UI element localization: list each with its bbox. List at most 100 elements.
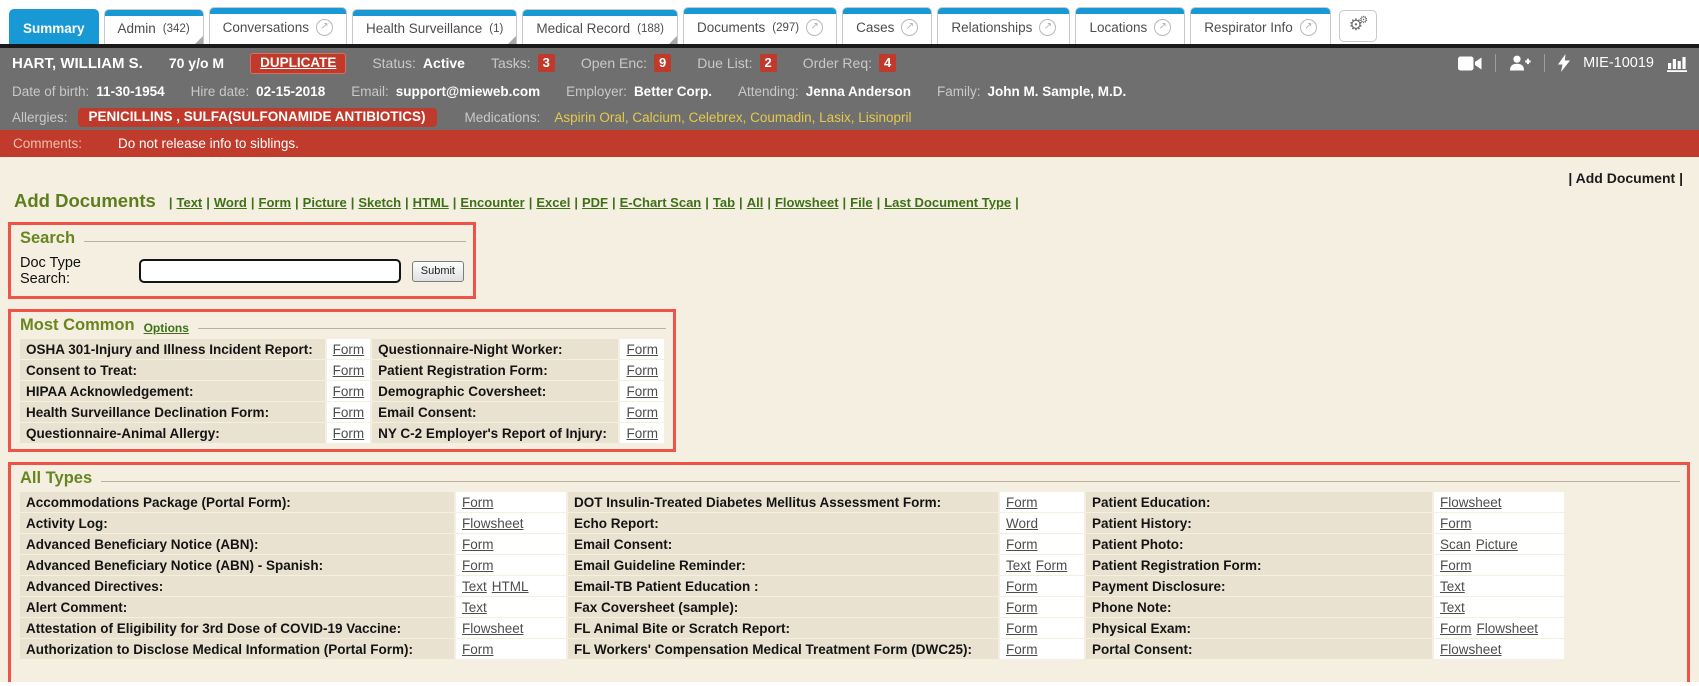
counter-tasks: Tasks:3 (491, 54, 555, 72)
counter-badge[interactable]: 2 (760, 54, 777, 72)
allergy-badge[interactable]: PENICILLINS , SULFA(SULFONAMIDE ANTIBIOT… (78, 108, 437, 127)
doc-link-form[interactable]: Form (333, 363, 365, 378)
doc-link-text[interactable]: Text (1440, 579, 1465, 594)
tab-body: Relationships↗ (938, 14, 1069, 44)
doc-link-form[interactable]: Form (626, 363, 658, 378)
doc-type-name-cell: Authorization to Disclose Medical Inform… (20, 639, 454, 659)
tab-respirator-info[interactable]: Respirator Info↗ (1190, 7, 1331, 44)
type-link-word[interactable]: Word (214, 195, 247, 210)
popout-arrow-icon[interactable]: ↗ (901, 19, 918, 36)
tab-conversations[interactable]: Conversations↗ (209, 7, 347, 44)
popout-arrow-icon[interactable]: ↗ (1039, 19, 1056, 36)
doc-link-form[interactable]: Form (333, 405, 365, 420)
separator: | (169, 195, 173, 210)
doc-link-scan[interactable]: Scan (1440, 537, 1471, 552)
type-link-pdf[interactable]: PDF (582, 195, 608, 210)
type-link-form[interactable]: Form (259, 195, 292, 210)
doc-link-form[interactable]: Form (626, 426, 658, 441)
tab-count: (297) (772, 22, 799, 34)
popout-arrow-icon[interactable]: ↗ (806, 19, 823, 36)
duplicate-badge[interactable]: DUPLICATE (250, 53, 346, 74)
medications-list[interactable]: Aspirin Oral, Calcium, Celebrex, Coumadi… (554, 110, 911, 125)
doc-link-form[interactable]: Form (1006, 621, 1038, 636)
counter-badge[interactable]: 3 (538, 54, 555, 72)
doc-link-form[interactable]: Form (1440, 558, 1472, 573)
doc-link-form[interactable]: Form (462, 495, 494, 510)
demographic-label: Hire date: (191, 84, 250, 99)
doc-link-form[interactable]: Form (1006, 537, 1038, 552)
settings-button[interactable]: ⚙⚙ (1339, 10, 1377, 42)
options-link[interactable]: Options (144, 321, 189, 335)
doc-link-flowsheet[interactable]: Flowsheet (462, 621, 524, 636)
tab-medical-record[interactable]: Medical Record(188) (522, 9, 678, 44)
doc-link-form[interactable]: Form (1006, 642, 1038, 657)
popout-arrow-icon[interactable]: ↗ (1300, 19, 1317, 36)
doc-link-form[interactable]: Form (1006, 579, 1038, 594)
doc-link-flowsheet[interactable]: Flowsheet (462, 516, 524, 531)
doc-link-html[interactable]: HTML (492, 579, 529, 594)
type-link-file[interactable]: File (850, 195, 872, 210)
type-link-html[interactable]: HTML (413, 195, 449, 210)
submit-button[interactable]: Submit (412, 261, 464, 282)
type-link-flowsheet[interactable]: Flowsheet (775, 195, 839, 210)
tab-summary[interactable]: Summary (9, 9, 99, 44)
tab-admin[interactable]: Admin(342) (104, 9, 204, 44)
doc-link-word[interactable]: Word (1006, 516, 1038, 531)
tab-documents[interactable]: Documents(297)↗ (683, 7, 837, 44)
tab-cases[interactable]: Cases↗ (842, 7, 932, 44)
doc-link-form[interactable]: Form (1006, 495, 1038, 510)
add-user-icon[interactable] (1509, 55, 1531, 71)
type-link-tab[interactable]: Tab (713, 195, 735, 210)
doc-link-form[interactable]: Form (462, 642, 494, 657)
doc-link-form[interactable]: Form (1440, 516, 1472, 531)
doc-link-flowsheet[interactable]: Flowsheet (1477, 621, 1539, 636)
doc-link-form[interactable]: Form (333, 426, 365, 441)
doc-link-text[interactable]: Text (1440, 600, 1465, 615)
patient-demographics-row: Date of birth:11-30-1954Hire date:02-15-… (0, 78, 1699, 104)
type-link-sketch[interactable]: Sketch (358, 195, 401, 210)
counter-badge[interactable]: 9 (654, 54, 671, 72)
type-link-text[interactable]: Text (176, 195, 202, 210)
doc-type-search-input[interactable] (139, 259, 401, 283)
most-common-section: Most Common Options OSHA 301-Injury and … (8, 309, 676, 452)
tab-health-surveillance[interactable]: Health Surveillance(1) (352, 9, 517, 44)
video-visit-icon[interactable] (1458, 56, 1482, 71)
separator: | (295, 195, 299, 210)
type-link-encounter[interactable]: Encounter (460, 195, 524, 210)
search-section-title: Search (20, 229, 75, 248)
doc-link-picture[interactable]: Picture (1476, 537, 1518, 552)
type-link-last-document-type[interactable]: Last Document Type (884, 195, 1011, 210)
doc-link-form[interactable]: Form (1440, 621, 1472, 636)
counter-badge[interactable]: 4 (879, 54, 896, 72)
doc-link-text[interactable]: Text (462, 600, 487, 615)
popout-arrow-icon[interactable]: ↗ (316, 19, 333, 36)
doc-link-form[interactable]: Form (626, 342, 658, 357)
doc-link-form[interactable]: Form (1006, 600, 1038, 615)
doc-link-form[interactable]: Form (626, 405, 658, 420)
doc-link-form[interactable]: Form (626, 384, 658, 399)
doc-link-form[interactable]: Form (1036, 558, 1068, 573)
doc-link-flowsheet[interactable]: Flowsheet (1440, 642, 1502, 657)
header-action-icons: MIE-10019 (1458, 54, 1687, 72)
tab-relationships[interactable]: Relationships↗ (937, 7, 1070, 44)
doc-link-form[interactable]: Form (462, 558, 494, 573)
add-document-link[interactable]: | Add Document | (1568, 170, 1683, 186)
popout-arrow-icon[interactable]: ↗ (1154, 19, 1171, 36)
doc-type-name-cell: Questionnaire-Animal Allergy: (20, 423, 325, 443)
doc-link-form[interactable]: Form (333, 342, 365, 357)
type-link-picture[interactable]: Picture (303, 195, 347, 210)
quick-actions-bolt-icon[interactable] (1558, 54, 1570, 72)
chart-stats-icon[interactable] (1667, 55, 1687, 72)
type-link-all[interactable]: All (747, 195, 764, 210)
doc-link-form[interactable]: Form (462, 537, 494, 552)
add-document-row: | Add Document | (8, 157, 1691, 186)
type-link-e-chart-scan[interactable]: E-Chart Scan (620, 195, 702, 210)
doc-link-text[interactable]: Text (462, 579, 487, 594)
doc-link-form[interactable]: Form (333, 384, 365, 399)
doc-type-links-cell: Flowsheet (1434, 492, 1564, 512)
doc-type-name-cell: Advanced Directives: (20, 576, 454, 596)
doc-link-flowsheet[interactable]: Flowsheet (1440, 495, 1502, 510)
doc-link-text[interactable]: Text (1006, 558, 1031, 573)
type-link-excel[interactable]: Excel (536, 195, 570, 210)
tab-locations[interactable]: Locations↗ (1075, 7, 1185, 44)
